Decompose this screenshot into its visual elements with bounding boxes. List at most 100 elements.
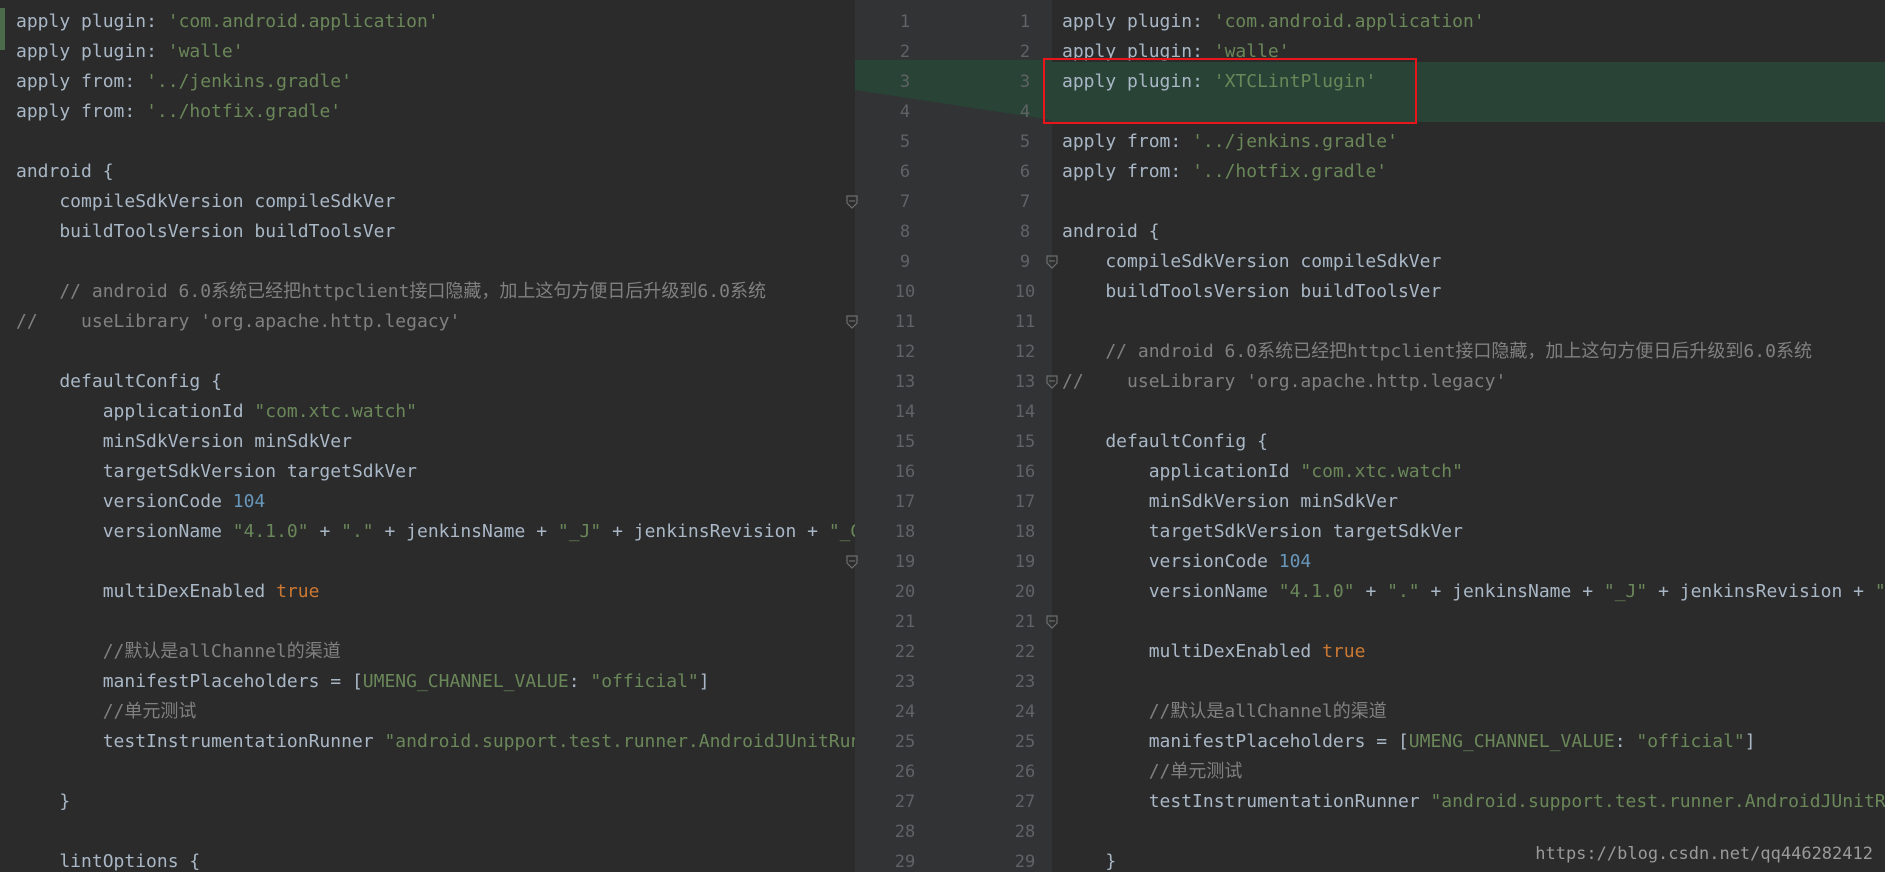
code-line[interactable]: // useLibrary 'org.apache.http.legacy' xyxy=(0,307,855,337)
code-line[interactable]: // android 6.0系统已经把httpclient接口隐藏，加上这句方便… xyxy=(1052,337,1885,367)
line-number: 21 xyxy=(894,612,916,632)
line-number: 12 xyxy=(1014,342,1036,362)
code-token: defaultConfig { xyxy=(16,371,222,392)
code-line[interactable]: //默认是allChannel的渠道 xyxy=(1052,697,1885,727)
code-line[interactable] xyxy=(1052,187,1885,217)
code-line[interactable]: // android 6.0系统已经把httpclient接口隐藏，加上这句方便… xyxy=(0,277,855,307)
code-line[interactable]: versionCode 104 xyxy=(0,487,855,517)
code-line[interactable]: manifestPlaceholders = [UMENG_CHANNEL_VA… xyxy=(0,667,855,697)
code-line[interactable] xyxy=(1052,307,1885,337)
code-line[interactable]: //默认是allChannel的渠道 xyxy=(0,637,855,667)
line-number: 17 xyxy=(894,492,916,512)
code-line[interactable] xyxy=(0,247,855,277)
code-token: buildToolsVersion buildToolsVer xyxy=(16,221,396,242)
code-line[interactable]: } xyxy=(0,787,855,817)
code-token: "_J" xyxy=(1603,581,1648,602)
right-editor-pane[interactable]: apply plugin: 'com.android.application' a… xyxy=(1052,0,1885,872)
code-token: "." xyxy=(1387,581,1420,602)
code-token: multiDexEnabled xyxy=(16,581,277,602)
fold-icon[interactable] xyxy=(846,315,858,329)
code-line[interactable]: versionCode 104 xyxy=(1052,547,1885,577)
code-line[interactable] xyxy=(0,757,855,787)
code-line[interactable]: buildToolsVersion buildToolsVer xyxy=(1052,277,1885,307)
code-line[interactable]: manifestPlaceholders = [UMENG_CHANNEL_VA… xyxy=(1052,727,1885,757)
line-number: 3 xyxy=(899,72,911,92)
code-token: '../jenkins.gradle' xyxy=(146,71,352,92)
code-token: lintOptions { xyxy=(16,851,201,872)
code-line[interactable]: applicationId "com.xtc.watch" xyxy=(1052,457,1885,487)
code-token: : xyxy=(568,671,591,692)
code-token: 104 xyxy=(1278,551,1312,572)
line-number: 8 xyxy=(899,222,911,242)
fold-icon[interactable] xyxy=(1046,615,1058,629)
code-line[interactable]: apply from: '../hotfix.gradle' xyxy=(0,97,855,127)
code-line[interactable] xyxy=(1052,397,1885,427)
code-token: : xyxy=(1192,11,1214,32)
code-line[interactable]: android { xyxy=(1052,217,1885,247)
code-line[interactable]: applicationId "com.xtc.watch" xyxy=(0,397,855,427)
code-token: + jenkinsName + xyxy=(373,521,558,542)
line-number: 18 xyxy=(894,522,916,542)
code-line[interactable]: apply from: '../jenkins.gradle' xyxy=(0,67,855,97)
code-line[interactable]: //单元测试 xyxy=(1052,757,1885,787)
code-line[interactable]: testInstrumentationRunner "android.suppo… xyxy=(1052,787,1885,817)
code-line[interactable]: apply plugin: 'walle' xyxy=(0,37,855,67)
line-number: 28 xyxy=(1014,822,1036,842)
code-line[interactable] xyxy=(1052,667,1885,697)
code-line[interactable]: versionName "4.1.0" + "." + jenkinsName … xyxy=(0,517,855,547)
code-token: "android.support.test.runner.AndroidJUni… xyxy=(1430,791,1885,812)
code-line[interactable]: buildToolsVersion buildToolsVer xyxy=(0,217,855,247)
code-line[interactable]: apply plugin: 'com.android.application' xyxy=(1052,7,1885,37)
code-line[interactable]: android { xyxy=(0,157,855,187)
fold-icon[interactable] xyxy=(1046,375,1058,389)
code-line[interactable]: minSdkVersion minSdkVer xyxy=(0,427,855,457)
fold-icon[interactable] xyxy=(846,555,858,569)
code-token: "4.1.0" xyxy=(1278,581,1355,602)
line-number: 18 xyxy=(1014,522,1036,542)
line-number: 5 xyxy=(899,132,911,152)
code-line[interactable]: targetSdkVersion targetSdkVer xyxy=(0,457,855,487)
code-line[interactable] xyxy=(0,547,855,577)
code-token: //单元测试 xyxy=(16,701,197,722)
code-line[interactable] xyxy=(0,337,855,367)
code-line[interactable]: defaultConfig { xyxy=(0,367,855,397)
code-line[interactable]: lintOptions { xyxy=(0,847,855,872)
code-line[interactable] xyxy=(0,127,855,157)
code-line[interactable]: multiDexEnabled true xyxy=(0,577,855,607)
code-line[interactable]: versionName "4.1.0" + "." + jenkinsName … xyxy=(1052,577,1885,607)
code-line[interactable] xyxy=(0,817,855,847)
code-line[interactable] xyxy=(1052,607,1885,637)
code-line[interactable]: apply from: '../jenkins.gradle' xyxy=(1052,127,1885,157)
code-line[interactable] xyxy=(1052,817,1885,847)
left-editor-pane[interactable]: apply plugin: 'com.android.application' a… xyxy=(0,0,855,872)
code-token: minSdkVersion minSdkVer xyxy=(1062,491,1398,512)
code-token: + jenkinsName + xyxy=(1419,581,1604,602)
code-line[interactable] xyxy=(0,607,855,637)
code-line[interactable]: compileSdkVersion compileSdkVer xyxy=(0,187,855,217)
code-token: apply xyxy=(16,11,82,32)
code-token: + xyxy=(1354,581,1388,602)
fold-icon[interactable] xyxy=(846,195,858,209)
fold-icon[interactable] xyxy=(1046,255,1058,269)
code-token: apply xyxy=(1062,131,1128,152)
code-line[interactable]: apply from: '../hotfix.gradle' xyxy=(1052,157,1885,187)
code-token: plugin xyxy=(81,41,147,62)
code-line[interactable]: minSdkVersion minSdkVer xyxy=(1052,487,1885,517)
code-line[interactable]: testInstrumentationRunner "android.suppo… xyxy=(0,727,855,757)
code-token: } xyxy=(16,791,71,812)
line-number: 24 xyxy=(1014,702,1036,722)
line-number: 23 xyxy=(894,672,916,692)
code-token: versionName xyxy=(1062,581,1279,602)
code-line[interactable]: apply plugin: 'com.android.application' xyxy=(0,7,855,37)
code-line[interactable]: compileSdkVersion compileSdkVer xyxy=(1052,247,1885,277)
code-line[interactable]: // useLibrary 'org.apache.http.legacy' xyxy=(1052,367,1885,397)
line-number: 15 xyxy=(894,432,916,452)
line-number: 23 xyxy=(1014,672,1036,692)
code-token: "." xyxy=(341,521,374,542)
code-line[interactable]: //单元测试 xyxy=(0,697,855,727)
code-token: android { xyxy=(1062,221,1160,242)
code-token: manifestPlaceholders = [ xyxy=(1062,731,1409,752)
code-line[interactable]: targetSdkVersion targetSdkVer xyxy=(1052,517,1885,547)
code-line[interactable]: defaultConfig { xyxy=(1052,427,1885,457)
code-line[interactable]: multiDexEnabled true xyxy=(1052,637,1885,667)
